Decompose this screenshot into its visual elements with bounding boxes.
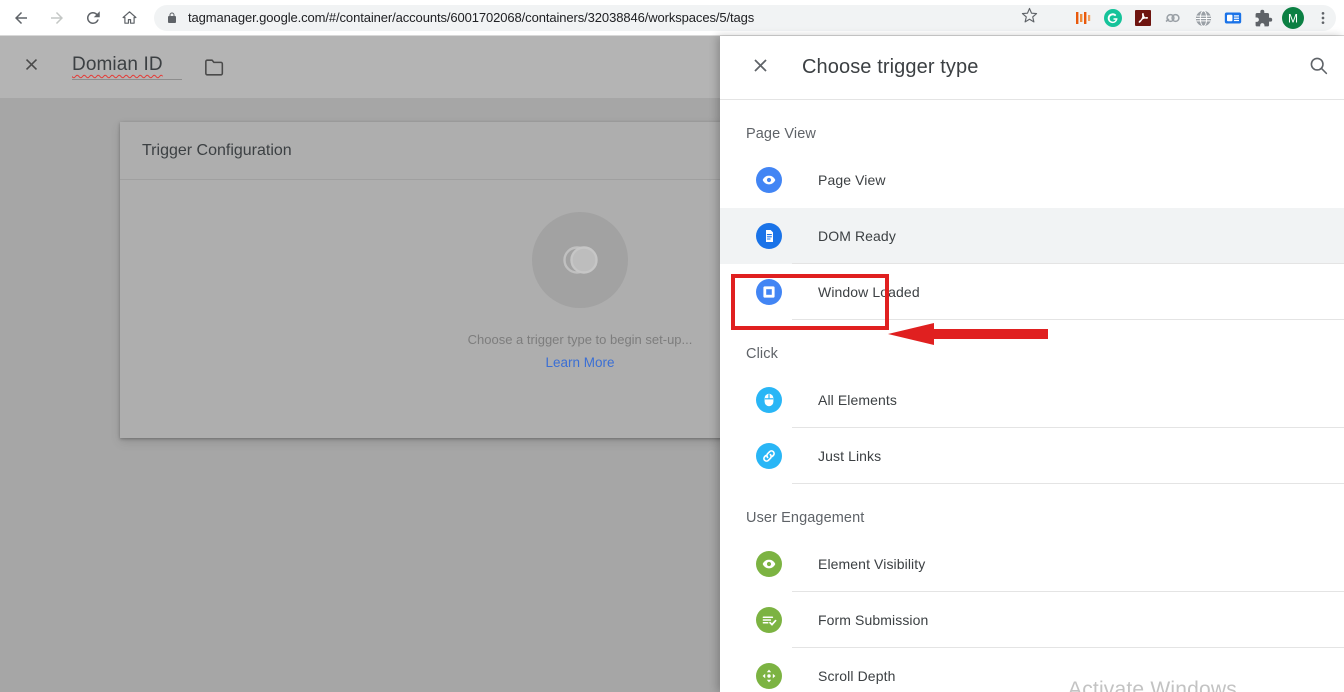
reload-icon: [84, 9, 102, 27]
browser-toolbar: tagmanager.google.com/#/container/accoun…: [0, 0, 1344, 36]
trigger-item-label: Scroll Depth: [818, 668, 896, 684]
learn-more-link[interactable]: Learn More: [545, 355, 614, 370]
profile-avatar[interactable]: M: [1278, 3, 1308, 33]
trigger-item-label: Element Visibility: [818, 556, 926, 572]
dimmed-page-background: Domian ID Trigger Configuration Choose a…: [0, 36, 720, 692]
back-button[interactable]: [6, 3, 36, 33]
window-icon: [756, 279, 782, 305]
back-arrow-icon: [12, 9, 30, 27]
panel-title: Choose trigger type: [802, 56, 979, 78]
extension-icons: M: [1068, 0, 1338, 36]
trigger-item-label: DOM Ready: [818, 228, 896, 244]
move-arrows-icon: [756, 663, 782, 689]
trigger-type-list[interactable]: Page View Page View DOM Ready Window Loa…: [720, 100, 1344, 692]
close-icon: [22, 55, 41, 79]
bookmark-button[interactable]: [1016, 5, 1042, 31]
close-panel-button[interactable]: [746, 54, 774, 82]
home-icon: [121, 9, 138, 26]
trigger-item-page-view[interactable]: Page View: [720, 152, 1344, 208]
trigger-item-element-visibility[interactable]: Element Visibility: [720, 536, 1344, 592]
form-check-icon: [756, 607, 782, 633]
empty-state: Choose a trigger type to begin set-up...…: [465, 212, 695, 370]
trigger-name-input[interactable]: Domian ID: [72, 54, 182, 80]
trigger-name-value: Domian ID: [72, 54, 163, 75]
panel-header: Choose trigger type: [720, 36, 1344, 100]
trigger-item-just-links[interactable]: Just Links: [720, 428, 1344, 484]
choose-trigger-type-panel: Choose trigger type Page View Page View …: [720, 36, 1344, 692]
row-divider: [792, 483, 1344, 484]
link-icon: [756, 443, 782, 469]
left-arrow-annotation: [888, 323, 1048, 345]
trigger-item-label: Form Submission: [818, 612, 929, 628]
grammarly-icon[interactable]: [1098, 3, 1128, 33]
close-editor-button[interactable]: [18, 54, 44, 80]
trigger-item-label: Window Loaded: [818, 284, 920, 300]
home-button[interactable]: [114, 3, 144, 33]
document-icon: [756, 223, 782, 249]
search-button[interactable]: [1304, 54, 1332, 82]
card-body: Choose a trigger type to begin set-up...…: [120, 180, 720, 438]
lock-icon: [166, 12, 178, 24]
forward-arrow-icon: [48, 9, 66, 27]
folder-icon[interactable]: [204, 58, 226, 77]
section-label-user-engagement: User Engagement: [746, 510, 865, 526]
address-bar-url: tagmanager.google.com/#/container/accoun…: [188, 10, 755, 25]
svg-text:M: M: [1288, 12, 1298, 26]
card-header: Trigger Configuration: [120, 122, 720, 180]
rings-extension-icon[interactable]: [1158, 3, 1188, 33]
search-icon: [1308, 55, 1329, 81]
trigger-item-dom-ready[interactable]: DOM Ready: [720, 208, 1344, 264]
close-icon: [750, 55, 771, 81]
trigger-item-label: All Elements: [818, 392, 898, 408]
trigger-configuration-card: Trigger Configuration Choose a trigger t…: [120, 122, 720, 438]
section-label-page-view: Page View: [746, 126, 816, 142]
bars-extension-icon[interactable]: [1068, 3, 1098, 33]
trigger-editor-header: Domian ID: [0, 36, 720, 98]
star-icon: [1021, 7, 1038, 29]
card-extension-icon[interactable]: [1218, 3, 1248, 33]
trigger-item-scroll-depth[interactable]: Scroll Depth: [720, 648, 1344, 692]
trigger-item-all-elements[interactable]: All Elements: [720, 372, 1344, 428]
trigger-item-label: Just Links: [818, 448, 882, 464]
gtm-trigger-icon: [532, 212, 628, 308]
empty-state-text: Choose a trigger type to begin set-up...: [467, 332, 693, 347]
chrome-menu-icon[interactable]: [1308, 3, 1338, 33]
trigger-item-window-loaded[interactable]: Window Loaded: [720, 264, 1344, 320]
adobe-acrobat-icon[interactable]: [1128, 3, 1158, 33]
puzzle-extensions-icon[interactable]: [1248, 3, 1278, 33]
eye-icon: [756, 167, 782, 193]
globe-extension-icon[interactable]: [1188, 3, 1218, 33]
trigger-item-form-submission[interactable]: Form Submission: [720, 592, 1344, 648]
reload-button[interactable]: [78, 3, 108, 33]
forward-button[interactable]: [42, 3, 72, 33]
row-divider: [792, 319, 1344, 320]
eye-icon: [756, 551, 782, 577]
mouse-icon: [756, 387, 782, 413]
card-title: Trigger Configuration: [142, 141, 292, 159]
trigger-item-label: Page View: [818, 172, 886, 188]
